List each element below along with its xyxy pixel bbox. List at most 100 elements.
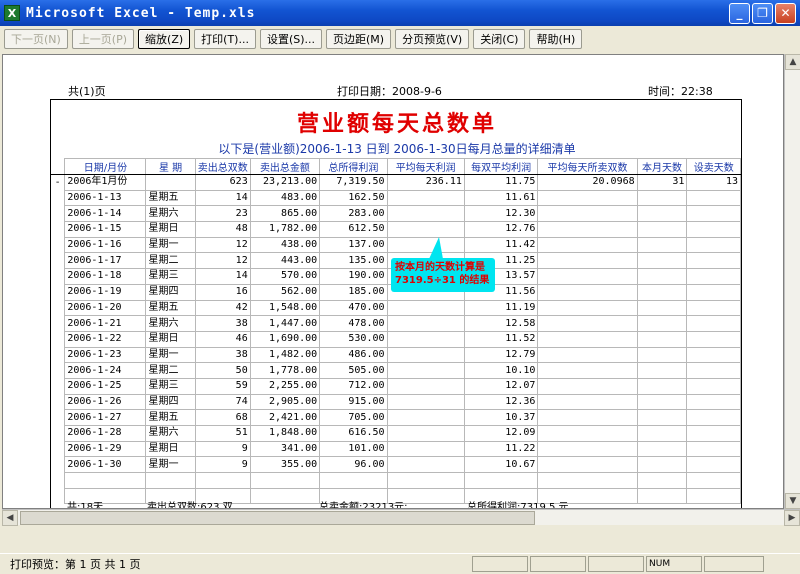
table-cell [636, 252, 688, 270]
minimize-button[interactable]: _ [729, 2, 750, 24]
horizontal-scroll-thumb[interactable] [20, 511, 535, 525]
horizontal-scrollbar[interactable]: ◀ ▶ [2, 509, 800, 526]
table-cell: 星期三 [145, 268, 196, 285]
table-cell: 162.50 [319, 189, 388, 207]
row-marker [51, 378, 65, 394]
table-cell [386, 221, 465, 238]
next-page-button[interactable]: 下一页(N) [4, 29, 68, 49]
table-cell: 2006-1-15 [64, 221, 147, 238]
table-cell [537, 205, 638, 223]
footer-days: 共:18天 [67, 502, 104, 509]
table-row: 2006-1-29 星期日 9 341.00 101.00 11.22 [51, 440, 741, 458]
table-cell [686, 205, 741, 223]
table-cell [636, 283, 688, 301]
table-cell: 9 [194, 456, 251, 474]
table-cell [636, 346, 688, 364]
table-cell [145, 174, 196, 191]
table-cell: 59 [194, 377, 251, 395]
annotation-callout[interactable]: 按本月的天数计算是7319.5÷31 的结果 [391, 258, 495, 292]
table-cell: 星期五 [145, 409, 196, 426]
table-cell [636, 409, 688, 426]
vertical-scrollbar[interactable]: ▲ ▼ [784, 54, 800, 509]
previous-page-button[interactable]: 上一页(P) [71, 29, 135, 49]
table-cell [386, 236, 465, 254]
row-marker [51, 426, 65, 442]
table-cell [386, 456, 465, 474]
table-cell: 31 [636, 174, 688, 191]
column-header: 日期/月份 [64, 158, 147, 175]
table-cell: 9 [194, 440, 251, 458]
scroll-down-icon[interactable]: ▼ [785, 493, 800, 509]
table-cell [636, 189, 688, 207]
table-cell [537, 425, 638, 442]
table-cell: 13 [686, 174, 741, 191]
close-window-button[interactable]: ✕ [775, 2, 796, 24]
table-cell [537, 283, 638, 301]
scroll-left-icon[interactable]: ◀ [2, 510, 18, 526]
table-cell: 星期日 [145, 221, 196, 238]
table-row: 2006-1-13 星期五 14 483.00 162.50 11.61 [51, 189, 741, 207]
close-preview-button[interactable]: 关闭(C) [473, 29, 526, 49]
print-button[interactable]: 打印(T)... [194, 29, 256, 49]
row-marker [51, 222, 65, 238]
table-cell: 101.00 [319, 440, 388, 458]
table-cell: 38 [194, 315, 251, 332]
footer-profit: 总所得利润:7319.5 元 [467, 502, 569, 509]
status-bar: 打印预览：第 1 页 共 1 页 NUM [0, 553, 800, 574]
table-cell: 11.61 [463, 189, 539, 207]
table-cell: 2006-1-21 [64, 315, 147, 332]
table-cell [386, 472, 465, 489]
row-marker [51, 284, 65, 300]
table-cell: 1,548.00 [249, 299, 321, 317]
setup-button[interactable]: 设置(S)... [259, 29, 323, 49]
table-cell: 283.00 [319, 205, 388, 223]
table-cell [636, 393, 688, 411]
table-cell: 1,447.00 [249, 315, 321, 332]
table-cell [636, 362, 688, 379]
table-cell: 190.00 [319, 268, 388, 285]
table-cell [386, 393, 465, 411]
table-row: 2006-1-28 星期六 51 1,848.00 616.50 12.09 [51, 425, 741, 442]
page-break-preview-button[interactable]: 分页预览(V) [395, 29, 470, 49]
table-cell [537, 268, 638, 285]
table-cell [636, 236, 688, 254]
excel-app-icon[interactable]: X [4, 5, 20, 21]
table-cell: 14 [194, 189, 251, 207]
table-cell [686, 456, 741, 474]
table-cell [636, 456, 688, 474]
table-cell: 74 [194, 393, 251, 411]
restore-button[interactable]: ❐ [752, 2, 773, 24]
table-cell: 星期二 [145, 362, 196, 379]
table-cell: 2006-1-27 [64, 409, 147, 426]
scroll-right-icon[interactable]: ▶ [784, 510, 800, 526]
table-cell: 星期六 [145, 205, 196, 223]
table-cell: 2006-1-23 [64, 346, 147, 364]
table-cell: 2,905.00 [249, 393, 321, 411]
table-cell: 2006-1-24 [64, 362, 147, 379]
table-cell: 1,778.00 [249, 362, 321, 379]
zoom-button[interactable]: 缩放(Z) [138, 29, 191, 49]
table-cell [537, 252, 638, 270]
status-num: NUM [646, 556, 702, 572]
table-cell: 712.00 [319, 377, 388, 395]
table-cell: 185.00 [319, 283, 388, 301]
table-cell [636, 330, 688, 348]
title-bar[interactable]: X Microsoft Excel - Temp.xls _ ❐ ✕ [0, 0, 800, 26]
table-cell: 12.79 [463, 346, 539, 364]
help-button[interactable]: 帮助(H) [529, 29, 583, 49]
row-marker [51, 253, 65, 269]
scroll-up-icon[interactable]: ▲ [785, 54, 800, 70]
table-cell: 星期二 [145, 252, 196, 270]
row-marker[interactable]: - [51, 175, 65, 191]
table-cell [636, 299, 688, 317]
table-cell: 星期六 [145, 425, 196, 442]
column-header: 平均每天所卖双数 [537, 158, 638, 175]
table-cell [386, 440, 465, 458]
table-cell [386, 205, 465, 223]
column-header: 卖出总金额 [249, 158, 321, 175]
excel-window: X Microsoft Excel - Temp.xls _ ❐ ✕ 下一页(N… [0, 0, 800, 574]
preview-page-area[interactable]: 共(1)页 打印日期：2008-9-6 时间：22:38 营业额每天总数单 以下… [2, 54, 784, 509]
table-cell [537, 299, 638, 317]
table-cell: 2006-1-22 [64, 330, 147, 348]
margins-button[interactable]: 页边距(M) [326, 29, 392, 49]
